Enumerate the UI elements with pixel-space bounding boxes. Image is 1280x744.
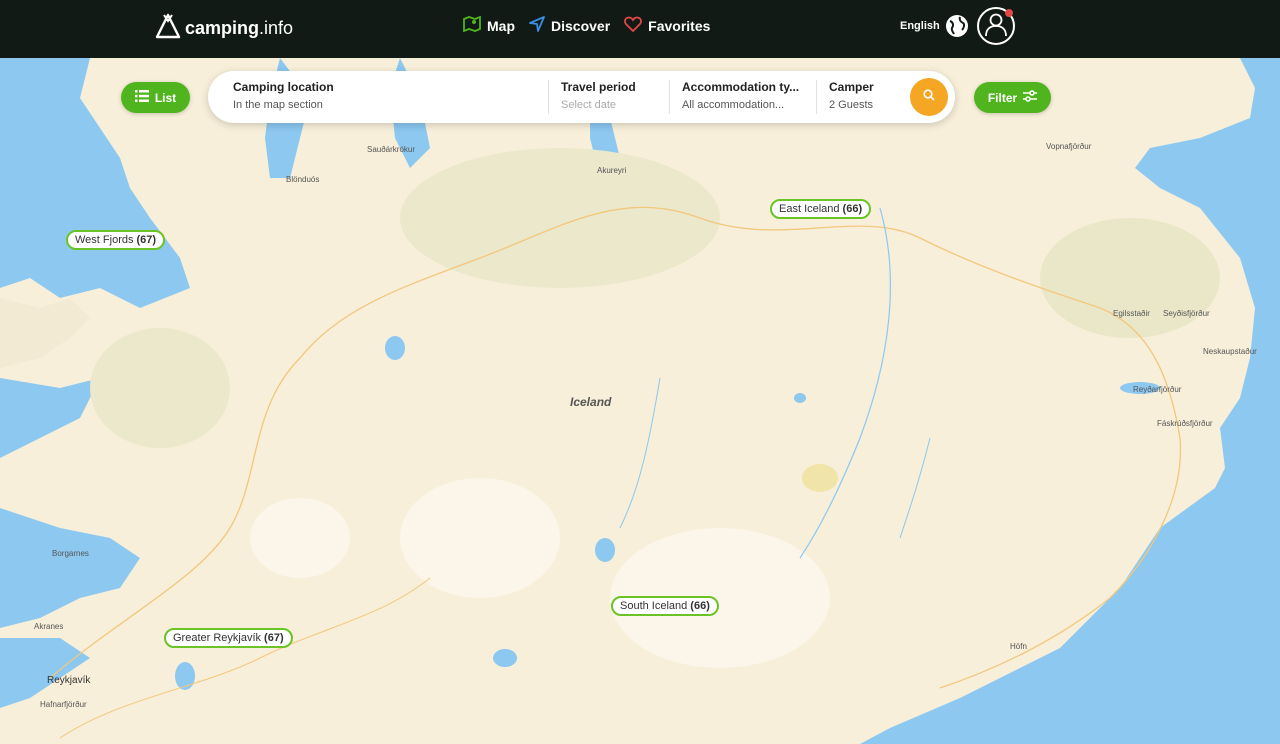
region-count: 67 [140,234,153,246]
travel-period-field[interactable]: Travel period Select date [561,71,666,123]
place-label: Sauðárkrókur [367,145,416,154]
region-marker-greater-reykjavik[interactable]: Greater Reykjavík (67) [164,628,293,648]
place-label: Fáskrúðsfjörður [1157,419,1213,428]
user-icon [984,11,1008,42]
top-bar: camping.info Map Discover Favorites Engl… [0,0,1280,58]
region-name: West Fjords [75,234,134,246]
language-selector[interactable]: English [900,20,940,32]
divider [548,80,549,114]
list-view-button[interactable]: List [121,82,190,113]
accommodation-value: All accommodation... [682,99,785,111]
heart-icon [624,16,643,35]
place-label: Reyðarfjörður [1133,385,1182,394]
place-label: Höfn [1010,642,1027,651]
globe-icon[interactable] [945,14,969,43]
region-marker-west-fjords[interactable]: West Fjords (67) [66,230,166,250]
map-icon [463,15,481,35]
nav-map-label: Map [487,17,515,34]
place-label: Vopnafjörður [1046,142,1092,151]
nav-discover[interactable]: Discover [529,16,610,35]
region-count: 67 [267,632,280,644]
region-count: 66 [846,203,859,215]
main-nav: Map Discover Favorites [463,15,710,35]
place-label: Reykjavík [47,675,91,686]
filter-button[interactable]: Filter [974,82,1051,113]
place-label: Neskaupstaður [1203,347,1257,356]
nav-favorites[interactable]: Favorites [624,16,710,35]
accommodation-label: Accommodation ty... [682,80,800,94]
travel-period-label: Travel period [561,80,636,94]
nav-map[interactable]: Map [463,15,515,35]
divider [669,80,670,114]
place-label: Akranes [34,622,64,631]
place-label: Seyðisfjörður [1163,309,1210,318]
region-count: 66 [693,600,707,612]
filter-button-label: Filter [987,90,1018,105]
search-icon [923,88,935,106]
notification-dot [1005,9,1013,17]
search-bar: Camping location In the map section Trav… [208,71,955,123]
nav-favorites-label: Favorites [648,17,711,34]
navigation-arrow-icon [529,16,545,35]
list-button-label: List [154,90,177,105]
divider [816,80,817,114]
tent-icon [155,13,181,44]
location-field[interactable]: Camping location In the map section [233,71,543,123]
location-field-value: In the map section [233,99,323,111]
sliders-icon [1023,90,1038,105]
travel-period-placeholder: Select date [561,99,617,111]
region-name: Greater Reykjavík [173,632,262,644]
nav-discover-label: Discover [551,17,611,34]
accommodation-field[interactable]: Accommodation ty... All accommodation... [682,71,810,123]
region-name: East Iceland [779,203,840,215]
camper-field[interactable]: Camper 2 Guests [829,71,904,123]
place-label: Blönduós [286,175,320,184]
country-label: Iceland [570,395,612,409]
camper-label: Camper [829,80,874,94]
logo-text: camping.info [185,18,294,38]
region-marker-east-iceland[interactable]: East Iceland (66) [770,199,872,219]
place-label: Borgarnes [52,549,89,558]
location-field-label: Camping location [233,80,334,94]
user-avatar[interactable] [977,7,1015,45]
place-label: Hafnarfjörður [40,700,87,709]
place-label: Egilsstaðir [1113,309,1150,318]
camper-value: 2 Guests [829,99,874,111]
region-marker-south-iceland[interactable]: South Iceland (66) [611,596,719,616]
list-icon [134,90,149,105]
search-button[interactable] [910,78,948,116]
region-name: South Iceland [620,600,688,612]
logo[interactable]: camping.info [155,13,293,44]
place-label: Akureyri [597,166,627,175]
